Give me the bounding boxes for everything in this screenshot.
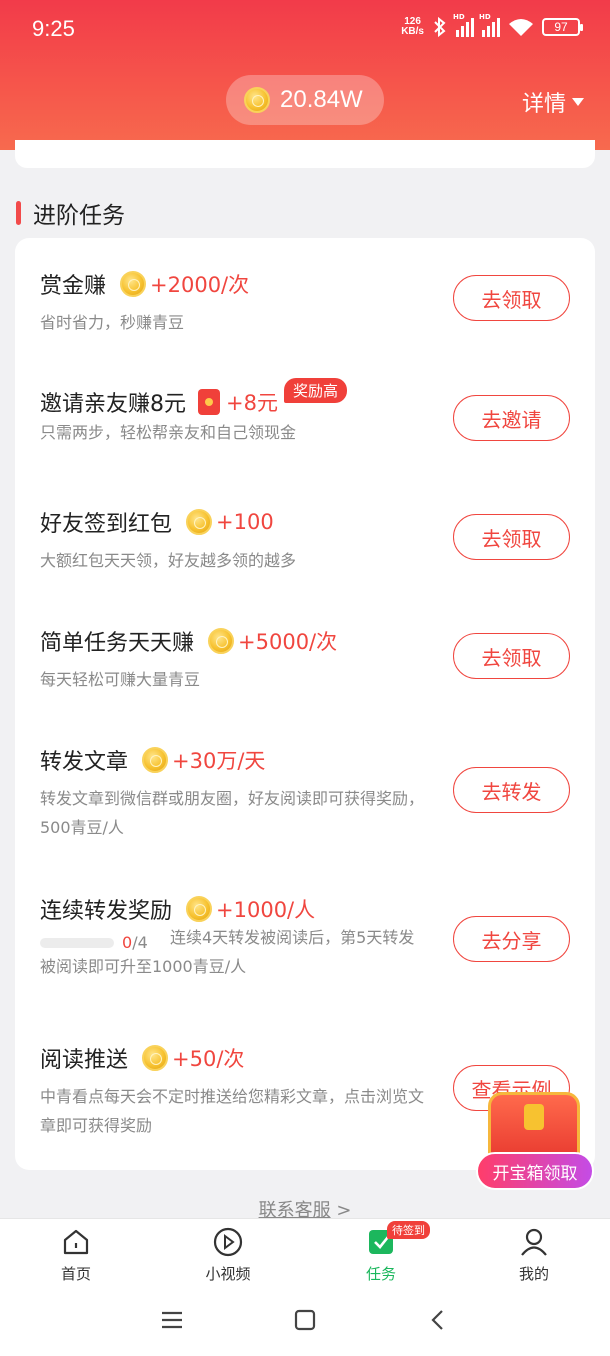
tab-label: 任务 bbox=[365, 1265, 396, 1283]
task-reward: +30万/天 bbox=[172, 749, 266, 773]
task-desc: 每天轻松可赚大量青豆 bbox=[40, 670, 201, 689]
user-icon bbox=[521, 1228, 547, 1256]
high-reward-badge: 奖励高 bbox=[283, 377, 347, 403]
task-title: 好友签到红包 bbox=[40, 512, 173, 537]
back-icon[interactable] bbox=[426, 1308, 450, 1332]
check-in-badge: 待签到 bbox=[387, 1221, 430, 1239]
task-item: 转发文章 +30万/天 转发文章到微信群或朋友圈，好友阅读即可获得奖励，500青豆… bbox=[40, 744, 570, 842]
section-title-text: 进阶任务 bbox=[33, 203, 125, 229]
play-icon bbox=[213, 1227, 243, 1257]
signal-icon-2: HD bbox=[479, 13, 500, 37]
task-title: 赏金赚 bbox=[40, 274, 107, 299]
coin-icon bbox=[186, 896, 213, 922]
task-desc: 连续4天转发被阅读后，第5天转发被阅读即可升至1000青豆/人 bbox=[40, 928, 415, 976]
progress-current: 0 bbox=[122, 933, 133, 952]
task-item: 连续转发奖励 +1000/人 0 /4 连续4天转发被阅读后，第5天转发被阅读即可… bbox=[40, 893, 570, 981]
header: 9:25 126 KB/s HD HD 97 20.84W 详情 bbox=[0, 0, 610, 150]
progress-total: /4 bbox=[132, 933, 148, 952]
task-reward: +5000/次 bbox=[238, 630, 338, 654]
tab-home[interactable]: 首页 bbox=[26, 1225, 126, 1284]
invite-button[interactable]: 去邀请 bbox=[453, 395, 570, 441]
task-desc: 大额红包天天领，好友越多领的越多 bbox=[40, 551, 297, 570]
claim-button[interactable]: 去领取 bbox=[453, 514, 570, 560]
signal-icon-1: HD bbox=[453, 13, 474, 37]
tab-profile[interactable]: 我的 bbox=[484, 1225, 584, 1284]
battery-icon: 97 bbox=[542, 18, 583, 36]
lock-icon bbox=[524, 1104, 544, 1130]
share-button[interactable]: 去分享 bbox=[453, 916, 570, 962]
task-title: 阅读推送 bbox=[40, 1048, 129, 1073]
task-card: 赏金赚 +2000/次 省时省力，秒赚青豆 去领取 邀请亲友赚8元 +8元 奖励高 只… bbox=[15, 238, 595, 1170]
red-packet-icon bbox=[198, 389, 220, 415]
caret-down-icon bbox=[572, 98, 584, 106]
task-desc: 只需两步，轻松帮亲友和自己领现金 bbox=[40, 423, 297, 442]
coin-icon bbox=[186, 509, 213, 535]
home-square-icon[interactable] bbox=[293, 1308, 317, 1332]
task-reward: +100 bbox=[216, 510, 274, 534]
open-treasure-button[interactable]: 开宝箱领取 bbox=[476, 1152, 594, 1190]
coin-icon bbox=[142, 1045, 169, 1071]
task-item: 赏金赚 +2000/次 省时省力，秒赚青豆 去领取 bbox=[40, 268, 570, 337]
tab-label: 小视频 bbox=[205, 1265, 251, 1283]
coin-icon bbox=[142, 747, 169, 773]
status-icons: 126 KB/s HD HD 97 bbox=[401, 13, 583, 38]
previous-card bbox=[15, 140, 595, 168]
section-title-bar bbox=[16, 201, 21, 225]
coin-balance[interactable]: 20.84W bbox=[226, 75, 384, 125]
task-desc: 省时省力，秒赚青豆 bbox=[40, 313, 185, 332]
task-title: 转发文章 bbox=[40, 750, 129, 775]
tab-label: 我的 bbox=[518, 1265, 549, 1283]
claim-button[interactable]: 去领取 bbox=[453, 275, 570, 321]
status-bar: 9:25 126 KB/s HD HD 97 bbox=[0, 0, 610, 60]
treasure-box[interactable]: 开宝箱领取 bbox=[476, 1080, 596, 1192]
tab-short-video[interactable]: 小视频 bbox=[178, 1225, 278, 1284]
tab-label: 首页 bbox=[60, 1265, 91, 1283]
coin-icon bbox=[208, 628, 235, 654]
progress-bar bbox=[40, 937, 114, 948]
home-icon bbox=[63, 1229, 89, 1255]
task-title: 邀请亲友赚8元 bbox=[40, 392, 186, 417]
bluetooth-icon bbox=[434, 16, 446, 38]
task-title: 简单任务天天赚 bbox=[40, 631, 195, 656]
task-title: 连续转发奖励 bbox=[40, 899, 173, 924]
task-reward: +50/次 bbox=[172, 1047, 245, 1071]
details-button[interactable]: 详情 bbox=[522, 86, 584, 118]
wifi-icon bbox=[509, 19, 533, 36]
net-speed: 126 KB/s bbox=[401, 17, 424, 37]
coin-icon bbox=[120, 271, 147, 297]
coin-balance-value: 20.84W bbox=[280, 86, 363, 113]
net-speed-unit: KB/s bbox=[401, 26, 424, 37]
task-item: 简单任务天天赚 +5000/次 每天轻松可赚大量青豆 去领取 bbox=[40, 625, 570, 694]
task-desc: 转发文章到微信群或朋友圈，好友阅读即可获得奖励，500青豆/人 bbox=[40, 789, 425, 837]
system-nav-bar bbox=[0, 1286, 610, 1356]
coin-icon bbox=[244, 87, 270, 113]
section-title: 进阶任务 bbox=[16, 196, 125, 230]
task-reward: +8元 bbox=[226, 391, 278, 415]
details-label: 详情 bbox=[521, 92, 566, 117]
bottom-tab-bar: 首页 小视频 任务 待签到 我的 bbox=[0, 1218, 610, 1286]
task-reward: +2000/次 bbox=[150, 273, 250, 297]
share-article-button[interactable]: 去转发 bbox=[453, 767, 570, 813]
menu-icon[interactable] bbox=[160, 1308, 184, 1332]
tab-tasks[interactable]: 任务 待签到 bbox=[331, 1221, 431, 1284]
task-reward: +1000/人 bbox=[216, 898, 316, 922]
status-time: 9:25 bbox=[32, 16, 75, 41]
task-desc: 中青看点每天会不定时推送给您精彩文章，点击浏览文章即可获得奖励 bbox=[40, 1087, 425, 1135]
claim-button[interactable]: 去领取 bbox=[453, 633, 570, 679]
task-item: 好友签到红包 +100 大额红包天天领，好友越多领的越多 去领取 bbox=[40, 506, 570, 575]
task-item: 邀请亲友赚8元 +8元 奖励高 只需两步，轻松帮亲友和自己领现金 去邀请 bbox=[40, 377, 570, 447]
